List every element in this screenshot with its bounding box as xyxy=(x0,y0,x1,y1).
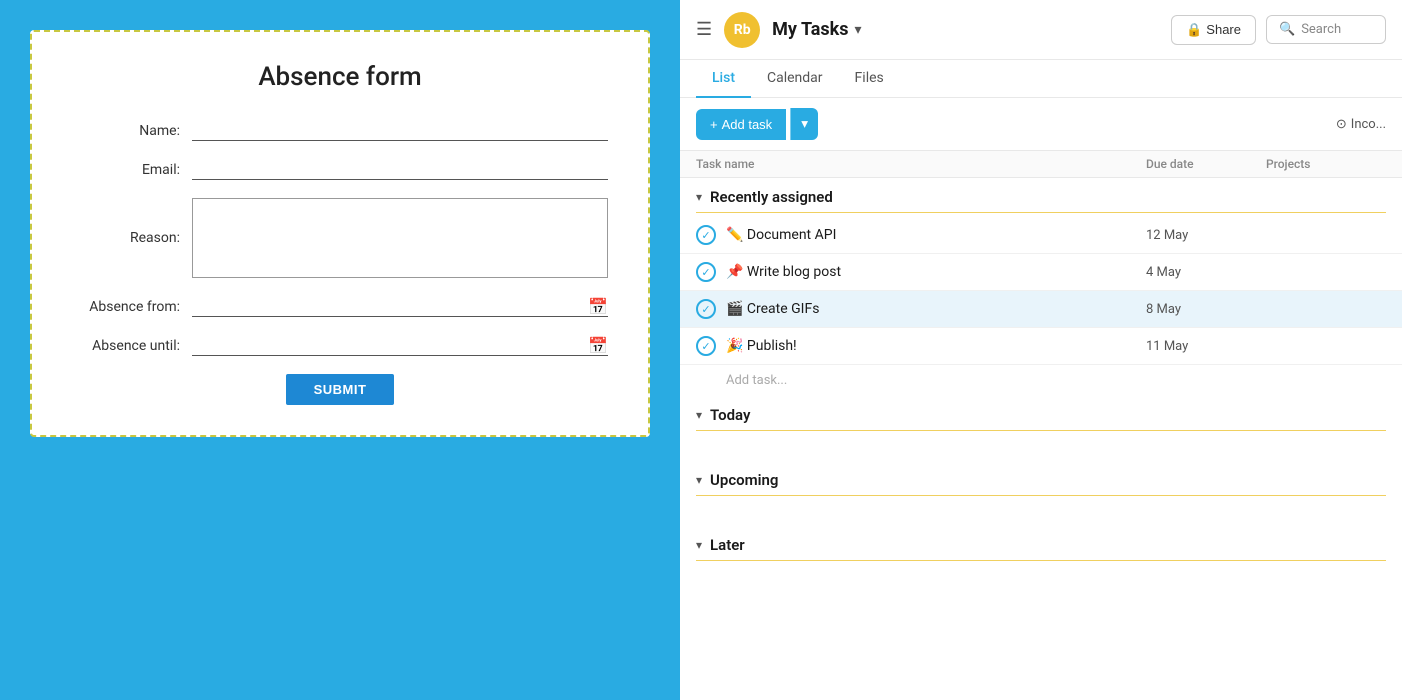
task-check-3[interactable]: ✓ xyxy=(696,299,716,319)
submit-row: SUBMIT xyxy=(72,374,608,405)
action-bar: + Add task ▾ ⊙ Inco... xyxy=(680,98,1402,151)
calendar-icon-from[interactable]: 📅 xyxy=(588,297,608,316)
absence-from-input[interactable] xyxy=(192,296,588,316)
section-divider-later xyxy=(696,560,1386,561)
tabs-bar: List Calendar Files xyxy=(680,60,1402,98)
task-check-1[interactable]: ✓ xyxy=(696,225,716,245)
incomplete-label: Inco... xyxy=(1351,117,1386,132)
add-task-label: Add task xyxy=(722,117,773,132)
tab-calendar[interactable]: Calendar xyxy=(751,60,839,98)
lock-icon: 🔒 xyxy=(1186,22,1202,38)
absence-form: Absence form Name: Email: Reason: Absenc… xyxy=(30,30,650,437)
task-check-2[interactable]: ✓ xyxy=(696,262,716,282)
reason-label: Reason: xyxy=(72,230,192,246)
absence-until-label: Absence until: xyxy=(72,338,192,354)
task-name-2: 📌 Write blog post xyxy=(726,264,1146,280)
col-due-date: Due date xyxy=(1146,157,1266,171)
task-check-4[interactable]: ✓ xyxy=(696,336,716,356)
reason-row: Reason: xyxy=(72,198,608,278)
absence-from-label: Absence from: xyxy=(72,299,192,315)
search-icon: 🔍 xyxy=(1279,22,1295,37)
share-button[interactable]: 🔒 Share xyxy=(1171,15,1256,45)
reason-input[interactable] xyxy=(192,198,608,278)
section-divider-recently xyxy=(696,212,1386,213)
section-chevron-today[interactable]: ▾ xyxy=(696,408,702,422)
table-header: Task name Due date Projects xyxy=(680,151,1402,178)
submit-button[interactable]: SUBMIT xyxy=(286,374,395,405)
email-input[interactable] xyxy=(192,159,608,180)
chevron-down-icon[interactable]: ▾ xyxy=(855,22,862,38)
right-panel: ☰ Rb My Tasks ▾ 🔒 Share 🔍 Search List Ca… xyxy=(680,0,1402,700)
share-label: Share xyxy=(1206,22,1241,37)
section-title-recently: Recently assigned xyxy=(710,188,833,206)
task-row[interactable]: ✓ ✏️ Document API 12 May xyxy=(680,217,1402,254)
email-label: Email: xyxy=(72,162,192,178)
header-title-area: My Tasks ▾ xyxy=(772,19,1159,40)
email-row: Email: xyxy=(72,159,608,180)
search-placeholder: Search xyxy=(1301,22,1341,37)
tab-files[interactable]: Files xyxy=(839,60,900,98)
col-projects: Projects xyxy=(1266,157,1386,171)
absence-from-row: Absence from: 📅 xyxy=(72,296,608,317)
task-name-4: 🎉 Publish! xyxy=(726,338,1146,354)
calendar-icon-until[interactable]: 📅 xyxy=(588,336,608,355)
section-upcoming: ▾ Upcoming xyxy=(680,461,1402,495)
plus-icon: + xyxy=(710,117,718,132)
name-input[interactable] xyxy=(192,120,608,141)
name-label: Name: xyxy=(72,123,192,139)
absence-until-row: Absence until: 📅 xyxy=(72,335,608,356)
task-date-3: 8 May xyxy=(1146,302,1266,317)
task-name-1: ✏️ Document API xyxy=(726,227,1146,243)
name-row: Name: xyxy=(72,120,608,141)
section-chevron-upcoming[interactable]: ▾ xyxy=(696,473,702,487)
menu-icon[interactable]: ☰ xyxy=(696,19,712,40)
tab-list[interactable]: List xyxy=(696,60,751,98)
section-chevron-recently[interactable]: ▾ xyxy=(696,190,702,204)
add-task-inline[interactable]: Add task... xyxy=(680,365,1402,396)
section-today: ▾ Today xyxy=(680,396,1402,430)
avatar: Rb xyxy=(724,12,760,48)
task-date-4: 11 May xyxy=(1146,339,1266,354)
incomplete-filter[interactable]: ⊙ Inco... xyxy=(1336,117,1386,132)
task-row[interactable]: ✓ 🎉 Publish! 11 May xyxy=(680,328,1402,365)
absence-until-wrapper: 📅 xyxy=(192,335,608,356)
top-bar: ☰ Rb My Tasks ▾ 🔒 Share 🔍 Search xyxy=(680,0,1402,60)
section-title-later: Later xyxy=(710,536,745,554)
task-date-1: 12 May xyxy=(1146,228,1266,243)
search-box[interactable]: 🔍 Search xyxy=(1266,15,1386,44)
absence-from-wrapper: 📅 xyxy=(192,296,608,317)
col-task-name: Task name xyxy=(696,157,1146,171)
check-circle-icon: ⊙ xyxy=(1336,117,1347,132)
section-title-today: Today xyxy=(710,406,750,424)
section-recently-assigned: ▾ Recently assigned xyxy=(680,178,1402,212)
task-name-3: 🎬 Create GIFs xyxy=(726,301,1146,317)
absence-until-input[interactable] xyxy=(192,335,588,355)
task-list-area: Task name Due date Projects ▾ Recently a… xyxy=(680,151,1402,700)
add-task-dropdown-button[interactable]: ▾ xyxy=(790,108,818,140)
left-panel: Absence form Name: Email: Reason: Absenc… xyxy=(0,0,680,700)
task-row[interactable]: ✓ 🎬 Create GIFs 8 May xyxy=(680,291,1402,328)
task-row[interactable]: ✓ 📌 Write blog post 4 May xyxy=(680,254,1402,291)
page-title: My Tasks xyxy=(772,19,848,40)
section-divider-today xyxy=(696,430,1386,431)
section-later: ▾ Later xyxy=(680,526,1402,560)
add-task-button[interactable]: + Add task xyxy=(696,109,786,140)
header-actions: 🔒 Share 🔍 Search xyxy=(1171,15,1386,45)
form-title: Absence form xyxy=(72,62,608,92)
section-divider-upcoming xyxy=(696,495,1386,496)
section-chevron-later[interactable]: ▾ xyxy=(696,538,702,552)
task-date-2: 4 May xyxy=(1146,265,1266,280)
section-title-upcoming: Upcoming xyxy=(710,471,778,489)
